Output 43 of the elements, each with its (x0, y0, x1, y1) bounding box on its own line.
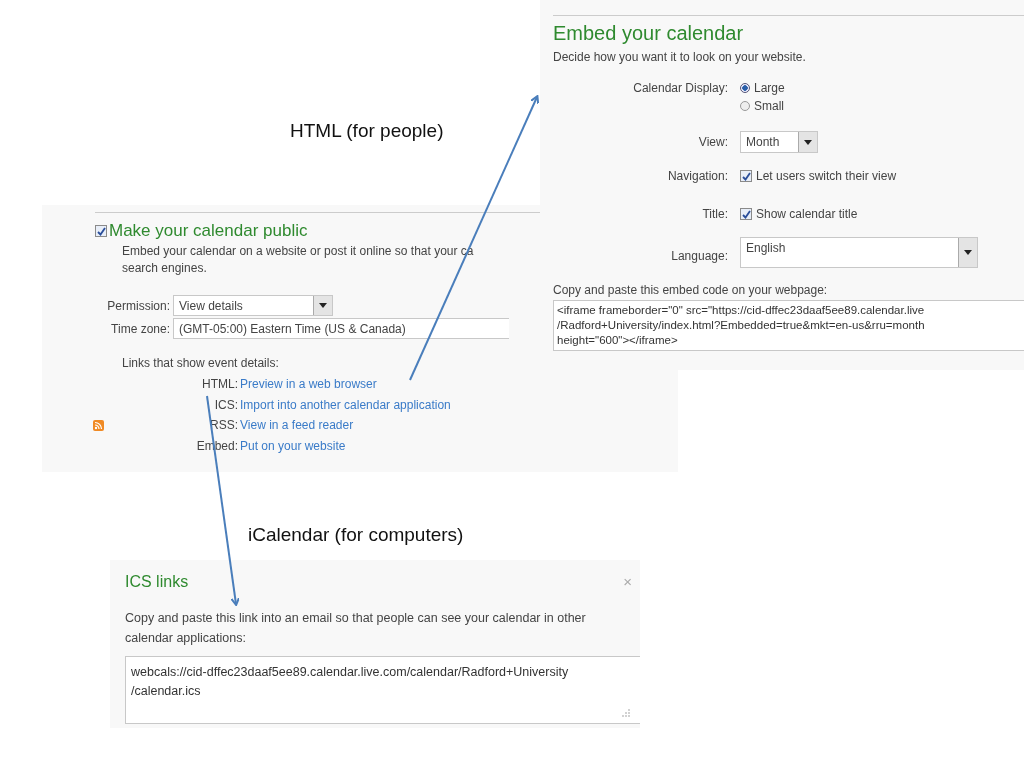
timezone-dropdown[interactable]: (GMT-05:00) Eastern Time (US & Canada) (173, 318, 509, 339)
checkbox-option[interactable]: Let users switch their view (740, 167, 1024, 185)
field-label: Time zone: (110, 321, 170, 336)
resize-grip-icon (622, 709, 630, 717)
annotation-text: HTML (for people) (290, 120, 444, 142)
description-text: Copy and paste this link into an email so that people can see your calendar in other calendar applications: (125, 610, 587, 647)
radio-icon[interactable] (740, 83, 750, 93)
field-label: Copy and paste this embed code on your webpage: (553, 282, 829, 298)
field-label: Navigation: (666, 168, 728, 185)
dropdown-arrow-icon (964, 250, 972, 255)
field-label: Language: (670, 248, 728, 265)
checkbox-option[interactable]: Show calendar title (740, 205, 1024, 223)
description-text: search engines. (122, 260, 208, 277)
section-title: Make your calendar public (109, 221, 308, 241)
field-label: Permission: (106, 298, 170, 313)
link[interactable]: Import into another calendar application (238, 394, 678, 415)
permission-dropdown[interactable]: View details (173, 295, 333, 316)
links-heading: Links that show event details: (122, 355, 280, 372)
dropdown-arrow-icon (804, 139, 812, 145)
panel-title: Embed your calendar (553, 21, 745, 46)
annotation-text: iCalendar (for computers) (248, 524, 464, 546)
field-label: View: (697, 134, 728, 151)
dialog-title: ICS links (125, 572, 189, 592)
language-dropdown[interactable]: English (740, 237, 978, 268)
ics-link-field[interactable]: webcals://cid-dffec23daaf5ee89.calendar.live.com/calendar/Radford+University /calendar.ics (125, 656, 640, 724)
link-label: HTML: (201, 376, 238, 393)
rss-feed-icon (93, 419, 104, 431)
checkbox[interactable] (740, 208, 752, 220)
link[interactable]: View in a feed reader (238, 415, 678, 436)
field-label: Title: (701, 206, 728, 223)
radio-option[interactable]: Small (740, 97, 1024, 115)
link[interactable]: Put on your website (238, 435, 678, 456)
panel-subtitle: Decide how you want it to look on your website. (553, 49, 807, 65)
dropdown-arrow-icon (319, 303, 327, 308)
radio-option[interactable]: Large (740, 79, 1024, 97)
link[interactable]: Preview in a web browser (238, 374, 678, 395)
checkbox[interactable] (740, 170, 752, 182)
checkbox[interactable] (95, 225, 107, 237)
radio-icon[interactable] (740, 101, 750, 111)
view-dropdown[interactable]: Month (740, 131, 818, 153)
link-label: ICS: (213, 396, 238, 414)
embed-code-field[interactable]: <iframe frameborder="0" src="https://cid-dffec23daaf5ee89.calendar.live /Radford+University/index.html?Embedded=true&mkt=en-us&rru=month height="600"></iframe> (553, 300, 1024, 351)
field-label: Calendar Display: (632, 80, 728, 97)
